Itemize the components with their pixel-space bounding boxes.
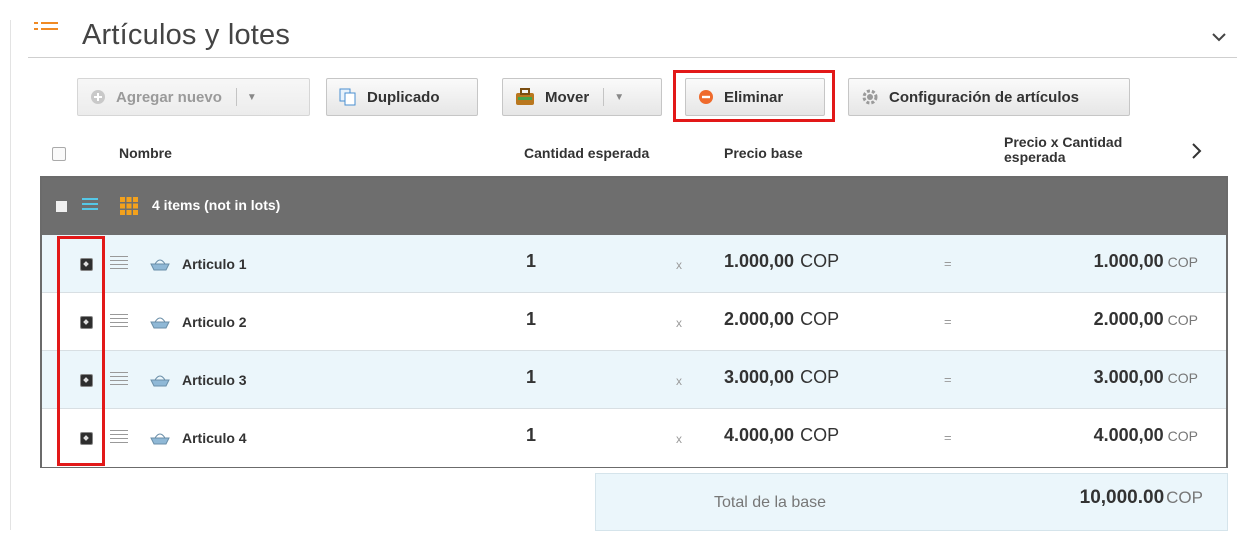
select-all-checkbox[interactable] bbox=[52, 147, 66, 161]
column-expected-qty: Cantidad esperada bbox=[524, 145, 650, 161]
row-times: x bbox=[676, 258, 682, 272]
move-button[interactable]: Mover ▼ bbox=[502, 78, 662, 116]
chevron-down-icon[interactable] bbox=[1211, 30, 1229, 44]
column-name: Nombre bbox=[119, 145, 172, 161]
row-total-currency: COP bbox=[1167, 254, 1198, 270]
caret-down-icon[interactable]: ▼ bbox=[247, 92, 257, 103]
row-equals: = bbox=[944, 256, 952, 271]
row-total-value: 3.000,00 bbox=[1093, 367, 1164, 387]
drag-handle-icon[interactable] bbox=[110, 314, 128, 328]
row-total-currency: COP bbox=[1167, 428, 1198, 444]
briefcase-icon bbox=[515, 88, 535, 106]
base-total-amount: 10,000.00 bbox=[1079, 487, 1165, 508]
delete-highlight-box bbox=[673, 70, 835, 122]
left-border bbox=[10, 20, 11, 530]
row-price-value: 4.000,00 bbox=[724, 425, 795, 445]
duplicate-label: Duplicado bbox=[367, 88, 440, 106]
items-group: 4 items (not in lots) Articulo 1 1 x 1.0… bbox=[40, 176, 1228, 468]
row-price-currency: COP bbox=[800, 425, 840, 445]
section-title: Artículos y lotes bbox=[82, 19, 291, 51]
row-equals: = bbox=[944, 372, 952, 387]
item-icon bbox=[150, 313, 170, 334]
row-qty: 1 bbox=[526, 425, 537, 445]
row-total-value: 4.000,00 bbox=[1093, 425, 1164, 445]
row-times: x bbox=[676, 316, 682, 330]
row-price-value: 1.000,00 bbox=[724, 251, 795, 271]
list-icon bbox=[82, 198, 98, 212]
chevron-right-icon[interactable] bbox=[1190, 140, 1204, 166]
row-price: 1.000,00 COP bbox=[724, 251, 839, 272]
row-price: 4.000,00 COP bbox=[724, 425, 839, 446]
row-name: Articulo 4 bbox=[182, 430, 247, 446]
split-separator bbox=[603, 88, 605, 106]
drag-handle-icon[interactable] bbox=[110, 372, 128, 386]
drag-handle-icon[interactable] bbox=[110, 256, 128, 270]
row-price-currency: COP bbox=[800, 367, 840, 387]
row-price-currency: COP bbox=[800, 309, 840, 329]
grid-icon bbox=[120, 197, 138, 220]
group-header[interactable]: 4 items (not in lots) bbox=[42, 178, 1226, 235]
row-price: 2.000,00 COP bbox=[724, 309, 839, 330]
add-new-button[interactable]: Agregar nuevo ▼ bbox=[77, 78, 310, 116]
item-icon bbox=[150, 371, 170, 392]
table-row[interactable]: Articulo 2 1 x 2.000,00 COP = 2.000,00 COP bbox=[42, 293, 1226, 351]
row-name: Articulo 2 bbox=[182, 314, 247, 330]
gear-icon bbox=[861, 88, 879, 106]
base-total-currency: COP bbox=[1166, 488, 1203, 507]
row-price-value: 2.000,00 bbox=[724, 309, 795, 329]
item-settings-button[interactable]: Configuración de artículos bbox=[848, 78, 1130, 116]
base-total-label: Total de la base bbox=[714, 494, 827, 511]
group-checkbox[interactable] bbox=[56, 201, 67, 212]
split-separator bbox=[235, 88, 237, 106]
add-new-label: Agregar nuevo bbox=[116, 88, 222, 106]
base-total-value: 10,000.00 COP bbox=[1080, 487, 1203, 509]
row-equals: = bbox=[944, 314, 952, 329]
caret-down-icon[interactable]: ▼ bbox=[614, 92, 624, 103]
row-total: 4.000,00 COP bbox=[1094, 425, 1198, 446]
row-total: 2.000,00 COP bbox=[1094, 309, 1198, 330]
plus-circle-icon bbox=[90, 89, 106, 105]
row-equals: = bbox=[944, 430, 952, 445]
table-row[interactable]: Articulo 3 1 x 3.000,00 COP = 3.000,00 COP bbox=[42, 351, 1226, 409]
item-icon bbox=[150, 255, 170, 276]
table-row[interactable]: Articulo 1 1 x 1.000,00 COP = 1.000,00 COP bbox=[42, 235, 1226, 293]
row-name: Articulo 3 bbox=[182, 372, 247, 388]
row-total-value: 1.000,00 bbox=[1093, 251, 1164, 271]
row-times: x bbox=[676, 374, 682, 388]
row-qty: 1 bbox=[526, 309, 537, 329]
column-base-price: Precio base bbox=[724, 145, 803, 161]
column-price-x-qty: Precio x Cantidad esperada bbox=[1004, 135, 1122, 165]
row-total: 3.000,00 COP bbox=[1094, 367, 1198, 388]
row-qty: 1 bbox=[526, 251, 537, 271]
row-name: Articulo 1 bbox=[182, 256, 247, 272]
row-price: 3.000,00 COP bbox=[724, 367, 839, 388]
row-qty: 1 bbox=[526, 367, 537, 387]
checkbox-highlight-box bbox=[57, 236, 105, 466]
row-times: x bbox=[676, 432, 682, 446]
item-settings-label: Configuración de artículos bbox=[889, 88, 1080, 106]
row-total-currency: COP bbox=[1167, 370, 1198, 386]
column-price-x-qty-line2: esperada bbox=[1004, 149, 1066, 165]
header-divider bbox=[28, 57, 1237, 58]
row-total-currency: COP bbox=[1167, 312, 1198, 328]
row-total-value: 2.000,00 bbox=[1093, 309, 1164, 329]
base-total-box: Total de la base 10,000.00 COP bbox=[595, 473, 1228, 531]
row-price-value: 3.000,00 bbox=[724, 367, 795, 387]
list-icon bbox=[34, 22, 58, 40]
drag-handle-icon[interactable] bbox=[110, 430, 128, 444]
row-price-currency: COP bbox=[800, 251, 840, 271]
group-label: 4 items (not in lots) bbox=[152, 197, 281, 213]
table-row[interactable]: Articulo 4 1 x 4.000,00 COP = 4.000,00 COP bbox=[42, 409, 1226, 467]
move-label: Mover bbox=[545, 88, 590, 106]
row-total: 1.000,00 COP bbox=[1094, 251, 1198, 272]
duplicate-icon bbox=[339, 88, 357, 106]
column-price-x-qty-line1: Precio x Cantidad bbox=[1004, 134, 1123, 150]
duplicate-button[interactable]: Duplicado bbox=[326, 78, 478, 116]
item-icon bbox=[150, 429, 170, 450]
